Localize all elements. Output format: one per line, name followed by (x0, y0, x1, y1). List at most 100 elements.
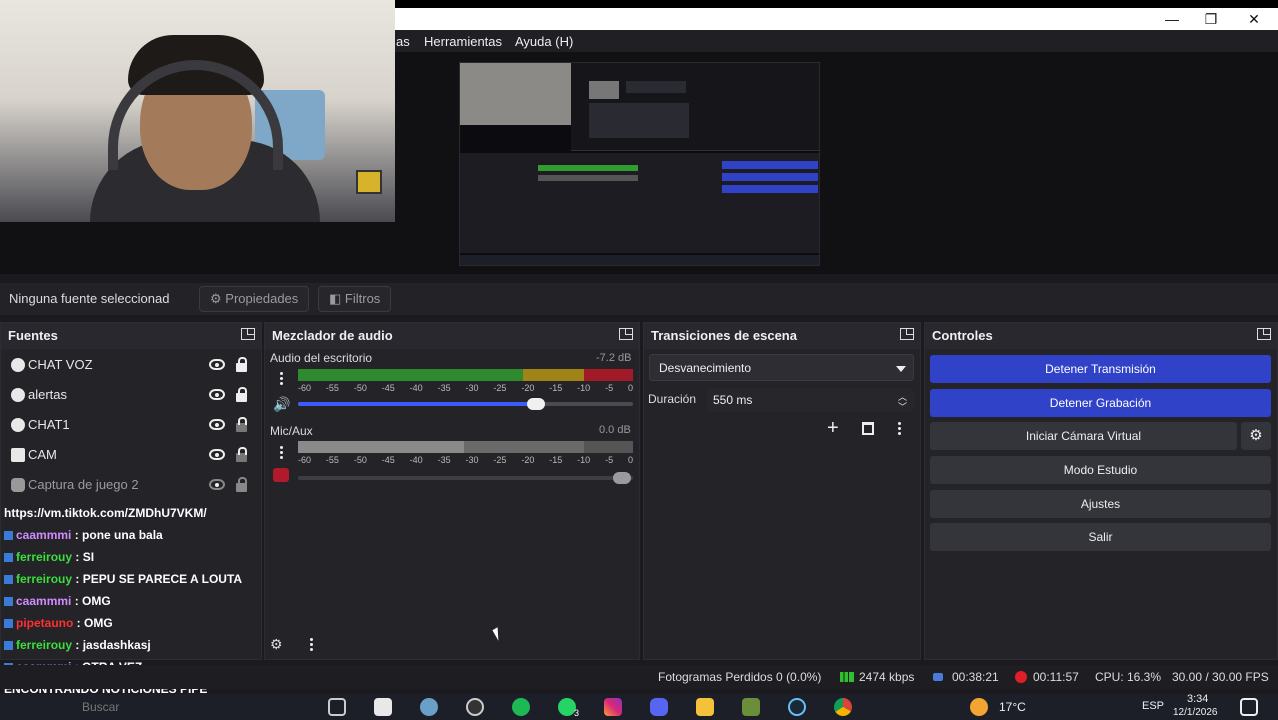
meter-tick-label: -10 (577, 383, 591, 393)
studio-mode-button[interactable]: Modo Estudio (930, 456, 1271, 484)
undock-icon[interactable] (619, 328, 633, 340)
steam-icon[interactable] (788, 698, 806, 716)
trash-icon[interactable] (862, 422, 874, 435)
chat-username: ferreirouy (16, 572, 73, 586)
stop-recording-button[interactable]: Detener Grabación (930, 389, 1271, 417)
filters-button[interactable]: ◧ Filtros (318, 286, 392, 312)
visibility-eye-icon[interactable] (209, 449, 225, 460)
filter-icon: ◧ (329, 291, 342, 306)
desktop-volume-track[interactable] (298, 398, 633, 410)
preview-webcam-thumb (460, 63, 571, 125)
menu-item-help[interactable]: Ayuda (H) (515, 34, 573, 49)
chat-username: ferreirouy (16, 550, 73, 564)
chat-text: : SI (72, 550, 95, 564)
menu-item-partial[interactable]: as (396, 34, 410, 49)
mic-menu-icon[interactable] (280, 446, 283, 459)
chat-message: ferreirouy : SI (4, 548, 94, 566)
chrome-icon[interactable] (834, 698, 852, 716)
selected-source-status: Ninguna fuente seleccionad (9, 291, 170, 306)
sources-title: Fuentes (8, 328, 58, 343)
transition-select[interactable]: Desvanecimiento (649, 354, 914, 381)
controls-header: Controles (925, 323, 1277, 349)
undock-icon[interactable] (1257, 328, 1271, 340)
chat-message: ferreirouy : PEPU SE PARECE A LOUTA (4, 570, 242, 588)
properties-button[interactable]: ⚙ Propiedades (199, 286, 310, 312)
source-item-captura[interactable]: Captura de juego 2 (1, 470, 257, 500)
meter-tick-label: -10 (577, 455, 591, 465)
chat-badge-icon (4, 619, 13, 629)
clock-time[interactable]: 3:34 (1187, 693, 1208, 705)
meter-tick-label: -60 (298, 455, 312, 465)
visibility-eye-icon[interactable] (209, 419, 225, 430)
discord-icon[interactable] (650, 698, 668, 716)
undock-icon[interactable] (241, 328, 255, 340)
start-virtual-camera-button[interactable]: Iniciar Cámara Virtual (930, 422, 1237, 450)
meter-tick-label: -40 (409, 455, 423, 465)
desktop-audio-meter (298, 369, 633, 381)
virtual-camera-gear-icon[interactable]: ⚙ (1241, 422, 1271, 450)
stop-stream-button[interactable]: Detener Transmisión (930, 355, 1271, 383)
mixer-title: Mezclador de audio (272, 328, 393, 343)
instagram-icon[interactable] (604, 698, 622, 716)
visibility-eye-icon[interactable] (209, 359, 225, 370)
browser-source-icon (11, 358, 25, 372)
maximize-button[interactable]: ❐ (1199, 10, 1223, 28)
mic-volume-knob[interactable] (613, 472, 631, 484)
undock-icon[interactable] (900, 328, 914, 340)
source-item-chat1[interactable]: CHAT1 (1, 410, 257, 440)
language-indicator[interactable]: ESP (1142, 700, 1164, 712)
source-item-alertas[interactable]: alertas (1, 380, 257, 410)
minecraft-icon[interactable] (742, 698, 760, 716)
lock-icon[interactable] (236, 357, 247, 372)
muted-speaker-icon[interactable] (273, 468, 289, 482)
mic-volume-track[interactable] (298, 472, 633, 484)
close-button[interactable]: ✕ (1242, 10, 1266, 28)
unlock-icon[interactable] (236, 447, 247, 462)
chat-badge-icon (4, 641, 13, 651)
settings-button[interactable]: Ajustes (930, 490, 1271, 518)
speaker-icon[interactable]: 🔊 (273, 396, 290, 413)
capcut-icon[interactable] (374, 698, 392, 716)
visibility-eye-icon[interactable] (209, 389, 225, 400)
taskbar-search-label[interactable]: Buscar (82, 700, 119, 714)
stream-icon (933, 673, 943, 681)
rubik-cube-shape (356, 170, 382, 194)
duration-spinbox[interactable]: 550 ms ︿ ﹀ (706, 388, 914, 412)
source-label: Captura de juego 2 (28, 477, 139, 492)
lock-icon[interactable] (236, 477, 247, 492)
hidden-eye-icon[interactable] (209, 479, 225, 490)
task-view-icon[interactable] (328, 698, 346, 716)
spotify-icon[interactable] (512, 698, 530, 716)
exit-button[interactable]: Salir (930, 523, 1271, 551)
mixer-menu-icon[interactable] (310, 638, 313, 651)
cpu-usage: CPU: 16.3% (1095, 670, 1162, 684)
obs-icon[interactable] (466, 698, 484, 716)
dropped-frames: Fotogramas Perdidos 0 (0.0%) (658, 670, 822, 684)
duration-value: 550 ms (713, 393, 753, 407)
meter-tick-label: -25 (493, 383, 507, 393)
transition-selected-value: Desvanecimiento (659, 361, 752, 375)
meter-tick-label: -25 (493, 455, 507, 465)
transition-menu-icon[interactable] (898, 422, 901, 435)
clock-date[interactable]: 12/1/2026 (1173, 707, 1218, 718)
app-icon[interactable] (420, 698, 438, 716)
minimize-button[interactable]: — (1160, 10, 1184, 28)
mic-meter (298, 441, 633, 453)
mixer-settings-gear-icon[interactable]: ⚙ (270, 636, 283, 653)
source-item-cam[interactable]: CAM (1, 440, 257, 470)
spin-down-icon[interactable]: ﹀ (898, 400, 907, 413)
add-transition-icon[interactable]: + (827, 417, 839, 440)
whatsapp-badge: 3 (574, 708, 580, 718)
menu-item-tools[interactable]: Herramientas (424, 34, 502, 49)
desktop-audio-menu-icon[interactable] (280, 372, 283, 385)
folder-icon[interactable] (696, 698, 714, 716)
source-item-chat-voz[interactable]: CHAT VOZ (1, 350, 257, 380)
unlock-icon[interactable] (236, 417, 247, 432)
desktop-volume-knob[interactable] (526, 398, 545, 410)
notifications-icon[interactable] (1240, 698, 1258, 716)
gamepad-icon (11, 478, 25, 492)
lock-icon[interactable] (236, 387, 247, 402)
chat-message: caammmi : pone una bala (4, 526, 163, 544)
stream-time: 00:38:21 (952, 670, 999, 684)
meter-tick-label: -35 (437, 383, 451, 393)
